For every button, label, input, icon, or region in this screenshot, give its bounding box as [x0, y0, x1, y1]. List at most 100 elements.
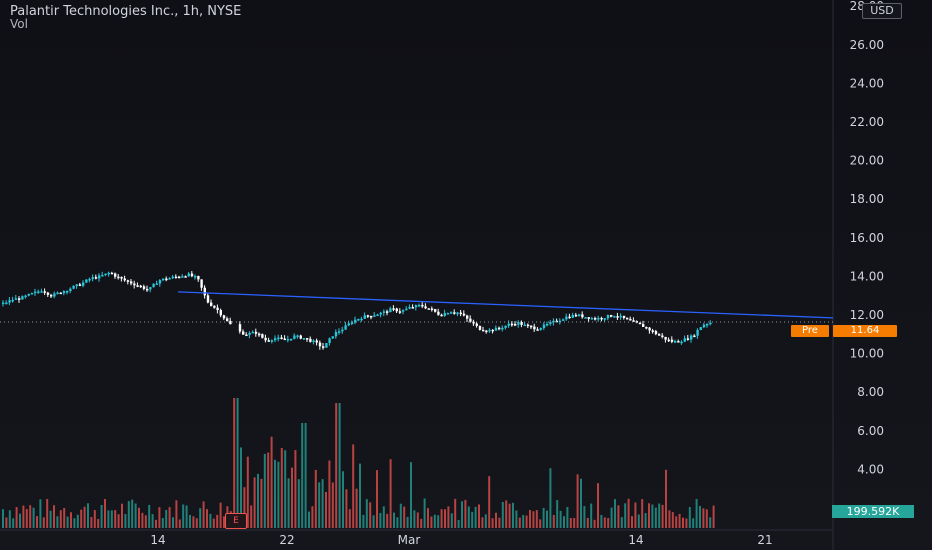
earnings-marker[interactable]: E [225, 513, 247, 529]
volume-bar [76, 514, 79, 528]
volume-bar [661, 504, 664, 528]
candle-body [389, 308, 392, 313]
candle-body [149, 287, 152, 290]
candle-body [296, 335, 299, 337]
volume-bar [291, 467, 293, 528]
candle-body [168, 278, 171, 280]
volume-bar [138, 507, 140, 528]
volume-bar [563, 516, 565, 528]
volume-bar [559, 510, 562, 528]
volume-bar [172, 517, 174, 528]
volume-bar [206, 509, 208, 528]
volume-bar [382, 506, 385, 528]
candle-body [162, 278, 165, 281]
currency-badge[interactable]: USD [862, 3, 902, 19]
candle-body [341, 329, 344, 332]
symbol-title[interactable]: Palantir Technologies Inc., 1h, NYSE [10, 4, 241, 19]
candle-body [270, 340, 274, 342]
candle-body [114, 273, 117, 277]
candle-body [414, 305, 418, 308]
candle-body [629, 318, 632, 321]
candle-body [91, 277, 94, 279]
volume-bar [556, 500, 559, 528]
candle-body [30, 293, 34, 295]
candle-body [619, 315, 622, 318]
y-tick-label: 26.00 [850, 38, 884, 52]
volume-bar [376, 470, 378, 528]
candle-body [69, 288, 72, 292]
volume-indicator-label[interactable]: Vol [10, 17, 28, 31]
candle-body [456, 312, 459, 315]
candle-body [50, 294, 53, 297]
volume-bar [165, 509, 168, 528]
volume-bar [634, 502, 637, 528]
candle-body [539, 327, 542, 330]
candle-body [40, 291, 43, 293]
volume-bar [144, 515, 147, 528]
candle-body [450, 312, 453, 314]
price-chart[interactable]: 28.0026.0024.0022.0020.0018.0016.0014.00… [0, 0, 932, 550]
candle-body [440, 314, 443, 317]
volume-bar [121, 503, 123, 528]
volume-bar [590, 503, 593, 528]
x-tick-label: 21 [757, 533, 772, 547]
candle-body [674, 341, 677, 343]
candle-body [411, 307, 414, 309]
volume-bar [437, 515, 440, 528]
volume-bar [189, 514, 191, 528]
candle-body [376, 314, 379, 317]
candle-body [203, 287, 206, 296]
volume-bar [675, 516, 678, 528]
volume-bar [481, 517, 484, 528]
volume-bar [430, 516, 433, 528]
candle-body [523, 324, 526, 327]
volume-bar [66, 516, 69, 528]
candle-body [517, 322, 520, 325]
candle-body [328, 338, 331, 344]
volume-bar [359, 463, 361, 528]
volume-bar [158, 507, 161, 528]
volume-bar [583, 506, 586, 528]
volume-bar [593, 519, 596, 528]
volume-bar [151, 514, 154, 528]
candle-body [667, 339, 670, 342]
volume-bar [529, 510, 531, 528]
volume-bar [427, 508, 429, 528]
candle-body [475, 323, 478, 326]
volume-bar [348, 509, 351, 528]
volume-bar [15, 507, 18, 528]
candle-body [453, 312, 456, 314]
candle-body [11, 299, 14, 302]
volume-bar [447, 506, 450, 528]
candle-body [312, 340, 315, 342]
candle-body [18, 298, 21, 300]
volume-bar [491, 518, 494, 528]
volume-bar [515, 510, 518, 528]
volume-bar [695, 499, 698, 528]
volume-bar [236, 398, 239, 528]
volume-bar [569, 517, 572, 528]
candle-body [104, 273, 107, 276]
candle-body [683, 338, 686, 342]
candle-body [155, 283, 158, 285]
volume-bar [620, 517, 623, 528]
volume-bar [267, 452, 270, 528]
candle-body [603, 318, 606, 320]
volume-bar [614, 499, 616, 528]
volume-bar [277, 461, 280, 528]
volume-bar [53, 505, 55, 528]
volume-bar [396, 517, 399, 528]
volume-bar [178, 519, 181, 528]
candle-body [565, 316, 568, 320]
candle-body [120, 276, 123, 279]
candle-body [187, 273, 190, 277]
volume-bar [410, 462, 412, 528]
candle-body [251, 331, 254, 334]
volume-bar [651, 504, 654, 528]
candle-body [421, 304, 424, 307]
candle-body [446, 313, 450, 315]
volume-bar [454, 498, 457, 528]
candle-body [126, 280, 130, 282]
candle-body [219, 310, 222, 316]
candle-body [24, 295, 27, 298]
